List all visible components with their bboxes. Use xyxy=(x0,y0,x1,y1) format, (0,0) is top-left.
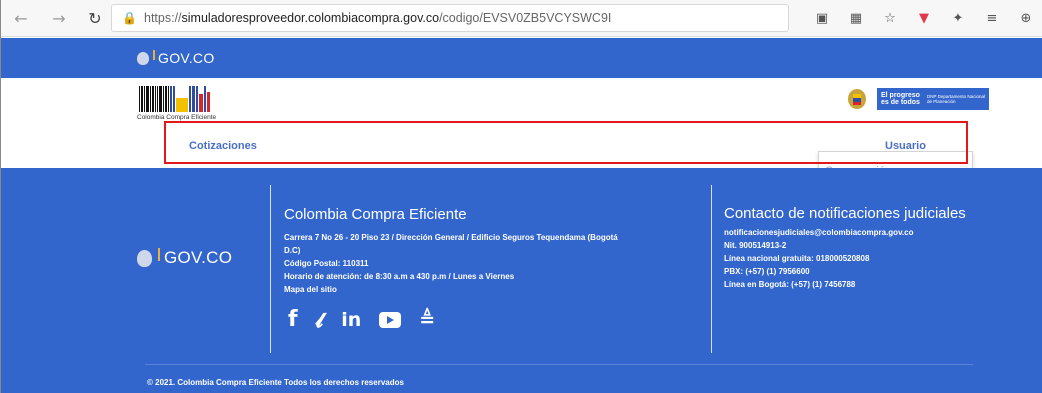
rss-icon[interactable]: ≜ xyxy=(419,308,435,332)
government-brand[interactable]: El progreso es de todos DNP Departamento… xyxy=(843,85,997,113)
footer-separator xyxy=(145,364,973,365)
contact-nit: Nit. 900514913-2 xyxy=(724,241,787,250)
footer-divider xyxy=(711,185,712,353)
browser-window: ← → ↻ 🔒 https://simuladoresproveedor.col… xyxy=(0,0,1042,393)
social-links: f 𝓵 in ≜ xyxy=(288,308,453,333)
address-bar[interactable]: 🔒 https://simuladoresproveedor.colombiac… xyxy=(111,4,789,32)
footer-gov-brand-text: GOV.CO xyxy=(164,248,233,267)
entity-address-line-2: D.C) xyxy=(284,246,301,255)
entity-office-hours: Horario de atención: de 8:30 a.m a 430 p… xyxy=(284,272,515,281)
favorite-icon[interactable]: ☆ xyxy=(873,11,907,26)
lock-icon: 🔒 xyxy=(122,11,137,25)
footer-divider xyxy=(270,185,271,353)
brand-subtitle: DNP Departamento Nacional de Planeación xyxy=(927,94,985,104)
url-scheme: https:// xyxy=(144,11,182,25)
logo-caption: Colombia Compra Eficiente xyxy=(137,114,217,121)
barcode-logo-icon xyxy=(139,86,211,112)
brand-tagline: El progreso es de todos xyxy=(881,92,920,106)
site-header: Colombia Compra Eficiente El progreso es… xyxy=(1,78,1042,126)
contact-bogota-line: Línea en Bogotá: (+57) (1) 7456788 xyxy=(724,280,856,289)
contact-pbx: PBX: (+57) (1) 7956600 xyxy=(724,267,810,276)
gov-co-logo[interactable]: GOV.CO xyxy=(137,50,215,66)
browser-actions: ▣ ▦ ☆ ▼ ✦ ≡ ⊕ xyxy=(805,4,1042,32)
twitter-icon[interactable]: 𝓵 xyxy=(316,308,324,332)
footer-gov-shield-icon xyxy=(137,249,152,267)
shield-extension-icon[interactable]: ▼ xyxy=(907,11,941,26)
translate-icon[interactable]: ▦ xyxy=(839,11,873,26)
collections-icon[interactable]: ⊕ xyxy=(1009,11,1042,26)
refresh-icon[interactable]: ↻ xyxy=(81,4,109,32)
favorites-list-icon[interactable]: ≡ xyxy=(975,11,1009,26)
sitemap-link[interactable]: Mapa del sitio xyxy=(284,285,337,294)
entity-address-line-1: Carrera 7 No 26 - 20 Piso 23 / Dirección… xyxy=(284,233,618,242)
copyright-text: © 2021. Colombia Compra Eficiente Todos … xyxy=(147,378,404,387)
contact-national-line: Línea nacional gratuita: 018000520808 xyxy=(724,254,870,263)
contact-title: Contacto de notificaciones judiciales xyxy=(724,205,966,222)
gov-shield-icon xyxy=(137,51,149,65)
browser-toolbar: ← → ↻ 🔒 https://simuladoresproveedor.col… xyxy=(1,0,1042,37)
linkedin-icon[interactable]: in xyxy=(341,308,361,332)
entity-title: Colombia Compra Eficiente xyxy=(284,206,467,223)
url-path: /codigo/EVSV0ZB5VCYSWC9I xyxy=(439,11,612,25)
footer-gov-co-logo[interactable]: GOV.CO xyxy=(137,247,233,268)
youtube-icon[interactable] xyxy=(379,312,402,328)
brand-banner: El progreso es de todos DNP Departamento… xyxy=(877,88,989,110)
gov-top-bar: GOV.CO xyxy=(1,38,1042,78)
facebook-icon[interactable]: f xyxy=(288,308,298,332)
entity-postal-code: Código Postal: 110311 xyxy=(284,259,369,268)
reader-view-icon[interactable]: ▣ xyxy=(805,11,839,26)
gov-brand-text: GOV.CO xyxy=(158,50,215,66)
site-footer: GOV.CO Colombia Compra Eficiente Carrera… xyxy=(1,168,1042,393)
colombia-compra-logo[interactable]: Colombia Compra Eficiente xyxy=(137,86,247,122)
contact-email[interactable]: notificacionesjudiciales@colombiacompra.… xyxy=(724,228,913,237)
url-host: simuladoresproveedor.colombiacompra.gov.… xyxy=(181,11,440,25)
extensions-icon[interactable]: ✦ xyxy=(941,11,975,26)
coat-of-arms-icon xyxy=(843,85,871,113)
back-icon[interactable]: ← xyxy=(7,4,35,32)
forward-icon[interactable]: → xyxy=(45,4,73,32)
highlight-annotation xyxy=(164,121,968,164)
